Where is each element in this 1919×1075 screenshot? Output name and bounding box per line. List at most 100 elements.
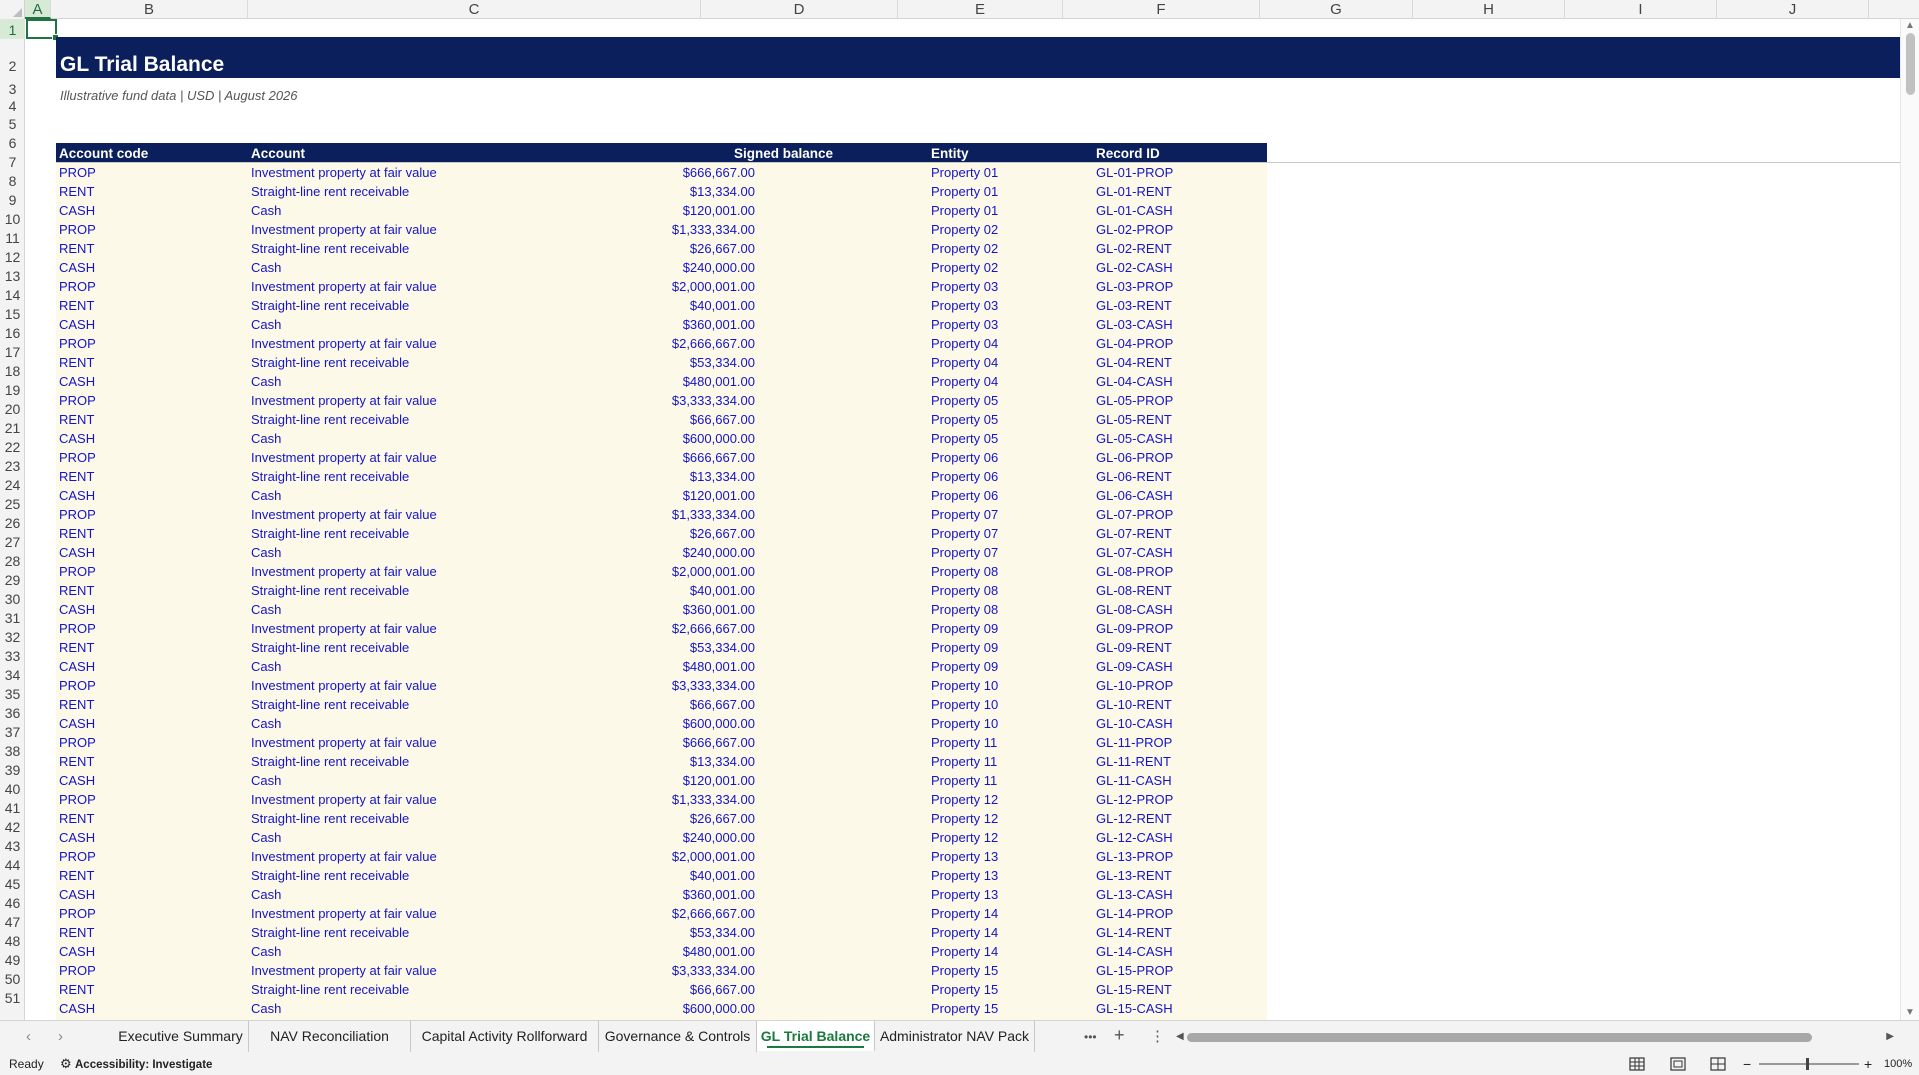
account-name-cell[interactable]: Cash (251, 258, 281, 277)
table-row[interactable]: PROP Investment property at fair value $3,… (56, 391, 1267, 410)
sheet-tab-nav-reconciliation[interactable]: NAV Reconciliation (249, 1021, 411, 1052)
row-header-7[interactable]: 7 (0, 152, 25, 171)
entity-cell[interactable]: Property 14 (931, 942, 998, 961)
record-id-cell[interactable]: GL-10-CASH (1096, 714, 1173, 733)
account-code-cell[interactable]: CASH (59, 258, 95, 277)
account-code-cell[interactable]: RENT (59, 809, 94, 828)
account-name-cell[interactable]: Investment property at fair value (251, 676, 437, 695)
select-all-corner[interactable] (0, 0, 25, 19)
account-code-cell[interactable]: RENT (59, 866, 94, 885)
scroll-up-icon[interactable]: ▲ (1905, 21, 1915, 31)
scroll-down-icon[interactable]: ▼ (1905, 1008, 1915, 1018)
row-header-51[interactable]: 51 (0, 988, 25, 1007)
account-name-cell[interactable]: Cash (251, 372, 281, 391)
table-row[interactable]: PROP Investment property at fair value $2,… (56, 562, 1267, 581)
account-code-cell[interactable]: RENT (59, 296, 94, 315)
row-header-36[interactable]: 36 (0, 703, 25, 722)
column-header-i[interactable]: I (1565, 0, 1717, 19)
account-name-cell[interactable]: Cash (251, 828, 281, 847)
vertical-scrollbar[interactable]: ▲ ▼ (1900, 19, 1919, 1020)
table-row[interactable]: CASH Cash $480,001.00 Property 04 GL-04-CASH (56, 372, 1267, 391)
account-code-cell[interactable]: CASH (59, 372, 95, 391)
record-id-cell[interactable]: GL-14-PROP (1096, 904, 1173, 923)
signed-balance-cell[interactable]: $2,666,667.00 (672, 619, 755, 638)
account-code-cell[interactable]: CASH (59, 771, 95, 790)
entity-cell[interactable]: Property 02 (931, 239, 998, 258)
selected-cell-a1[interactable] (26, 19, 59, 41)
account-name-cell[interactable]: Straight-line rent receivable (251, 296, 409, 315)
entity-cell[interactable]: Property 05 (931, 410, 998, 429)
entity-cell[interactable]: Property 09 (931, 619, 998, 638)
account-name-cell[interactable]: Straight-line rent receivable (251, 866, 409, 885)
account-name-cell[interactable]: Straight-line rent receivable (251, 467, 409, 486)
entity-cell[interactable]: Property 15 (931, 980, 998, 999)
record-id-cell[interactable]: GL-06-RENT (1096, 467, 1172, 486)
column-header-c[interactable]: C (248, 0, 701, 19)
row-header-3[interactable]: 3 (0, 80, 25, 97)
account-name-cell[interactable]: Cash (251, 714, 281, 733)
signed-balance-cell[interactable]: $480,001.00 (683, 942, 755, 961)
row-header-42[interactable]: 42 (0, 817, 25, 836)
signed-balance-cell[interactable]: $2,666,667.00 (672, 334, 755, 353)
account-code-cell[interactable]: PROP (59, 904, 96, 923)
signed-balance-cell[interactable]: $240,000.00 (683, 543, 755, 562)
table-row[interactable]: CASH Cash $360,001.00 Property 03 GL-03-CASH (56, 315, 1267, 334)
row-header-21[interactable]: 21 (0, 418, 25, 437)
signed-balance-cell[interactable]: $66,667.00 (690, 410, 755, 429)
record-id-cell[interactable]: GL-06-PROP (1096, 448, 1173, 467)
record-id-cell[interactable]: GL-05-PROP (1096, 391, 1173, 410)
table-row[interactable]: RENT Straight-line rent receivable $66,667… (56, 410, 1267, 429)
account-code-cell[interactable]: PROP (59, 334, 96, 353)
column-header-j[interactable]: J (1717, 0, 1869, 19)
row-header-31[interactable]: 31 (0, 608, 25, 627)
account-name-cell[interactable]: Straight-line rent receivable (251, 182, 409, 201)
table-row[interactable]: PROP Investment property at fair value $3,… (56, 676, 1267, 695)
entity-cell[interactable]: Property 08 (931, 581, 998, 600)
signed-balance-cell[interactable]: $2,666,667.00 (672, 904, 755, 923)
account-code-cell[interactable]: PROP (59, 220, 96, 239)
zoom-in-button[interactable]: + (1864, 1053, 1872, 1075)
account-name-cell[interactable]: Straight-line rent receivable (251, 638, 409, 657)
account-code-cell[interactable]: RENT (59, 581, 94, 600)
record-id-cell[interactable]: GL-03-RENT (1096, 296, 1172, 315)
entity-cell[interactable]: Property 01 (931, 182, 998, 201)
row-header-43[interactable]: 43 (0, 836, 25, 855)
account-name-cell[interactable]: Investment property at fair value (251, 562, 437, 581)
account-name-cell[interactable]: Investment property at fair value (251, 505, 437, 524)
zoom-level[interactable]: 100% (1884, 1053, 1912, 1075)
account-name-cell[interactable]: Straight-line rent receivable (251, 695, 409, 714)
account-name-cell[interactable]: Investment property at fair value (251, 961, 437, 980)
account-name-cell[interactable]: Investment property at fair value (251, 277, 437, 296)
page-layout-view-icon[interactable] (1668, 1056, 1688, 1072)
row-header-12[interactable]: 12 (0, 247, 25, 266)
column-header-e[interactable]: E (898, 0, 1063, 19)
account-name-cell[interactable]: Investment property at fair value (251, 790, 437, 809)
entity-cell[interactable]: Property 10 (931, 695, 998, 714)
horizontal-scroll-thumb[interactable] (1187, 1033, 1812, 1042)
scroll-left-icon[interactable]: ◀ (1176, 1029, 1184, 1045)
table-row[interactable]: PROP Investment property at fair value $1,… (56, 220, 1267, 239)
account-name-cell[interactable]: Investment property at fair value (251, 904, 437, 923)
account-code-cell[interactable]: RENT (59, 467, 94, 486)
table-row[interactable]: PROP Investment property at fair value $2,… (56, 904, 1267, 923)
row-header-20[interactable]: 20 (0, 399, 25, 418)
signed-balance-cell[interactable]: $26,667.00 (690, 239, 755, 258)
row-header-4[interactable]: 4 (0, 96, 25, 114)
entity-cell[interactable]: Property 15 (931, 961, 998, 980)
signed-balance-cell[interactable]: $360,001.00 (683, 885, 755, 904)
table-row[interactable]: RENT Straight-line rent receivable $40,001… (56, 296, 1267, 315)
entity-cell[interactable]: Property 15 (931, 999, 998, 1018)
add-sheet-icon[interactable]: + (1114, 1026, 1125, 1044)
account-name-cell[interactable]: Straight-line rent receivable (251, 239, 409, 258)
account-name-cell[interactable]: Cash (251, 429, 281, 448)
account-code-cell[interactable]: PROP (59, 391, 96, 410)
account-code-cell[interactable]: CASH (59, 315, 95, 334)
header-entity[interactable]: Entity (931, 143, 969, 162)
table-row[interactable]: PROP Investment property at fair value $1,… (56, 790, 1267, 809)
record-id-cell[interactable]: GL-06-CASH (1096, 486, 1173, 505)
record-id-cell[interactable]: GL-12-RENT (1096, 809, 1172, 828)
account-code-cell[interactable]: PROP (59, 505, 96, 524)
signed-balance-cell[interactable]: $2,000,001.00 (672, 277, 755, 296)
row-header-32[interactable]: 32 (0, 627, 25, 646)
account-name-cell[interactable]: Straight-line rent receivable (251, 353, 409, 372)
